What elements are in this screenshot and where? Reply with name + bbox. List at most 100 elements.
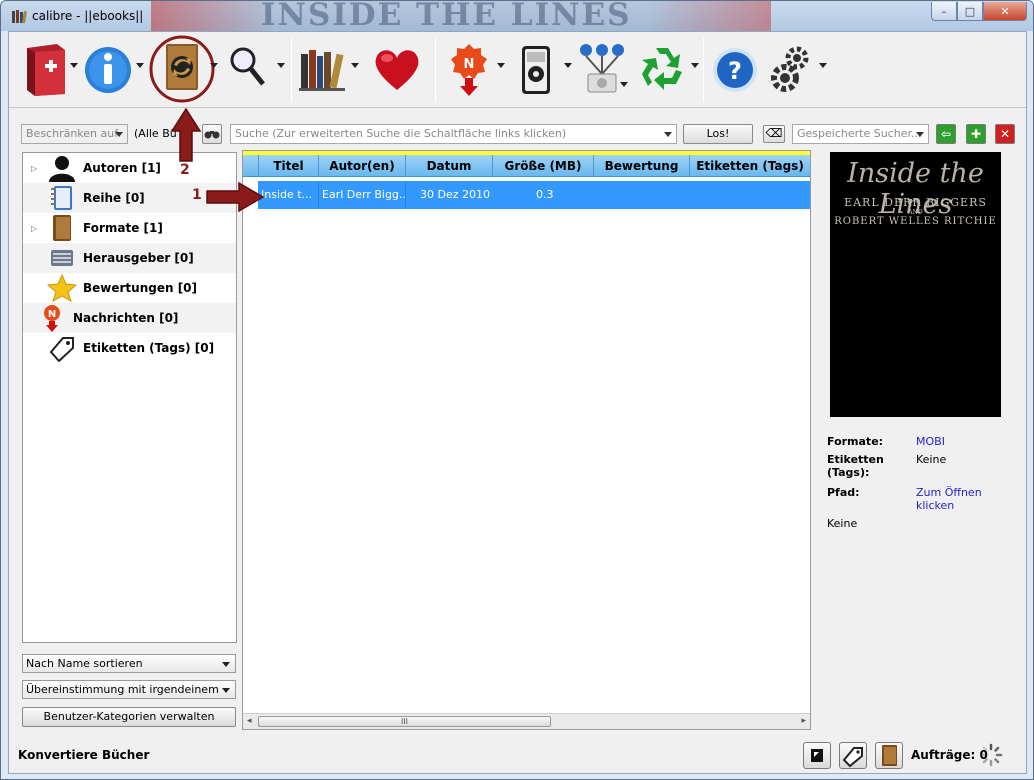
expand-arrow-icon[interactable]: ▷ bbox=[31, 164, 37, 173]
expand-arrow-icon[interactable]: ▷ bbox=[31, 224, 37, 233]
comments-text: Keine bbox=[827, 517, 858, 530]
tag-category-publishers[interactable]: Herausgeber [0] bbox=[23, 243, 236, 273]
chevron-down-icon bbox=[222, 662, 230, 667]
title-banner: INSIDE THE LINES bbox=[151, 1, 771, 31]
tag-browser-toggle-button[interactable] bbox=[839, 742, 867, 769]
annotation-number-2: 2 bbox=[180, 162, 190, 178]
toolbar-separator bbox=[703, 38, 704, 102]
tag-label: Herausgeber [0] bbox=[83, 251, 194, 265]
svg-text:N: N bbox=[48, 309, 56, 320]
delete-search-button[interactable]: ✕ bbox=[995, 124, 1015, 144]
cover-browser-button[interactable] bbox=[803, 742, 831, 769]
svg-text:?: ? bbox=[728, 57, 742, 85]
tag-category-news[interactable]: N Nachrichten [0] bbox=[23, 303, 236, 333]
save-search-button[interactable]: ✚ bbox=[966, 124, 986, 144]
column-date[interactable]: Datum bbox=[405, 155, 492, 177]
formats-label: Formate: bbox=[827, 435, 884, 448]
cell-size: 0.3 bbox=[536, 188, 554, 201]
scroll-left-icon[interactable]: ◂ bbox=[247, 716, 252, 726]
manage-categories-button[interactable]: Benutzer-Kategorien verwalten bbox=[22, 707, 236, 727]
edit-metadata-button[interactable] bbox=[82, 40, 134, 100]
column-rating[interactable]: Bewertung bbox=[593, 155, 689, 177]
add-books-dropdown-icon[interactable] bbox=[70, 63, 78, 68]
tag-category-ratings[interactable]: Bewertungen [0] bbox=[23, 273, 236, 303]
tag-label: Reihe [0] bbox=[83, 191, 145, 205]
column-authors[interactable]: Autor(en) bbox=[318, 155, 405, 177]
tag-category-formats[interactable]: ▷ Formate [1] bbox=[23, 213, 236, 243]
saved-search-combo[interactable]: Gespeicherte Sucher... bbox=[792, 124, 929, 144]
match-mode-combo[interactable]: Übereinstimmung mit irgendeinem bbox=[22, 680, 236, 699]
cover-author-2: ROBERT WELLES RITCHIE bbox=[834, 216, 997, 227]
column-title[interactable]: Titel bbox=[258, 155, 318, 177]
send-to-device-button[interactable] bbox=[514, 40, 558, 100]
horizontal-scrollbar[interactable]: ◂ III ▸ bbox=[243, 713, 810, 729]
remove-books-button[interactable] bbox=[636, 40, 688, 100]
donate-button[interactable] bbox=[371, 40, 423, 100]
library-dropdown-icon[interactable] bbox=[351, 63, 359, 68]
tag-icon bbox=[842, 747, 863, 768]
fetch-news-button[interactable]: N bbox=[447, 40, 491, 100]
send-to-device-dropdown-icon[interactable] bbox=[564, 63, 572, 68]
path-open-link[interactable]: Zum Öffnen klicken bbox=[916, 486, 988, 512]
view-dropdown-icon[interactable] bbox=[277, 63, 285, 68]
news-icon: N bbox=[451, 44, 487, 96]
clear-search-button[interactable]: ⌫ bbox=[763, 125, 785, 143]
close-button[interactable]: ✕ bbox=[983, 2, 1027, 21]
book-list: Titel Autor(en) Datum Größe (MB) Bewertu… bbox=[242, 150, 811, 730]
spinner-icon bbox=[979, 743, 1003, 767]
magnifier-icon bbox=[230, 47, 265, 86]
fetch-news-dropdown-icon[interactable] bbox=[497, 63, 505, 68]
cover-author-1: EARL DERR BIGGERS bbox=[844, 196, 987, 209]
table-row[interactable]: Inside t... Earl Derr Bigg... 30 Dez 201… bbox=[258, 181, 810, 209]
library-button[interactable] bbox=[297, 40, 349, 100]
help-button[interactable]: ? bbox=[711, 40, 759, 100]
device-icon bbox=[522, 46, 550, 94]
formats-link[interactable]: MOBI bbox=[916, 435, 945, 448]
column-tags[interactable]: Etiketten (Tags) bbox=[689, 155, 810, 177]
connect-share-button[interactable] bbox=[576, 40, 628, 100]
saved-search-placeholder: Gespeicherte Sucher... bbox=[797, 127, 922, 140]
scroll-right-icon[interactable]: ▸ bbox=[801, 716, 806, 726]
preferences-button[interactable] bbox=[767, 40, 815, 100]
connect-share-dropdown-icon[interactable] bbox=[620, 82, 628, 87]
edit-metadata-dropdown-icon[interactable] bbox=[136, 63, 144, 68]
convert-book-icon bbox=[149, 35, 215, 103]
search-input[interactable]: Suche (Zur erweiterten Suche die Schaltf… bbox=[230, 124, 677, 144]
book-cover[interactable]: Inside the Lines EARL DERR BIGGERS AND R… bbox=[830, 152, 1001, 417]
cell-title: Inside t... bbox=[261, 188, 313, 201]
column-size[interactable]: Größe (MB) bbox=[492, 155, 593, 177]
remove-books-dropdown-icon[interactable] bbox=[691, 63, 699, 68]
chevron-down-icon bbox=[115, 132, 123, 137]
gear-icon bbox=[771, 46, 809, 92]
jobs-label[interactable]: Aufträge: 0 bbox=[911, 748, 988, 762]
tag-category-authors[interactable]: ▷ Autoren [1] bbox=[23, 153, 236, 183]
view-button[interactable] bbox=[227, 40, 269, 100]
tag-category-tags[interactable]: Etiketten (Tags) [0] bbox=[23, 333, 236, 363]
book-details-toggle-button[interactable] bbox=[875, 742, 903, 769]
tags-label: Etiketten (Tags): bbox=[827, 453, 884, 479]
network-icon bbox=[580, 44, 624, 93]
svg-text:N: N bbox=[464, 57, 475, 72]
scrollbar-thumb[interactable]: III bbox=[258, 716, 551, 727]
chevron-down-icon bbox=[916, 132, 924, 137]
add-books-button[interactable] bbox=[21, 40, 71, 100]
restrict-combo[interactable]: Beschränken auf bbox=[21, 124, 128, 144]
typewriter-icon bbox=[51, 250, 73, 266]
advanced-search-button[interactable] bbox=[202, 124, 222, 144]
tag-label: Formate [1] bbox=[83, 221, 163, 235]
search-go-button[interactable]: Los! bbox=[683, 124, 753, 144]
window-controls: – □ ✕ bbox=[931, 2, 1027, 21]
star-icon bbox=[47, 274, 77, 302]
sort-by-combo[interactable]: Nach Name sortieren bbox=[22, 654, 236, 673]
copy-search-button[interactable]: ⇦ bbox=[936, 124, 956, 144]
binoculars-icon bbox=[204, 131, 220, 139]
tag-label: Nachrichten [0] bbox=[73, 311, 179, 325]
cover-and: AND bbox=[908, 209, 923, 216]
convert-books-button[interactable] bbox=[149, 34, 215, 103]
maximize-button[interactable]: □ bbox=[957, 2, 983, 21]
banner-text: INSIDE THE LINES bbox=[261, 1, 632, 31]
cell-date: 30 Dez 2010 bbox=[420, 188, 490, 201]
minimize-button[interactable]: – bbox=[931, 2, 957, 21]
preferences-dropdown-icon[interactable] bbox=[819, 63, 827, 68]
convert-books-dropdown-icon[interactable] bbox=[210, 63, 218, 68]
